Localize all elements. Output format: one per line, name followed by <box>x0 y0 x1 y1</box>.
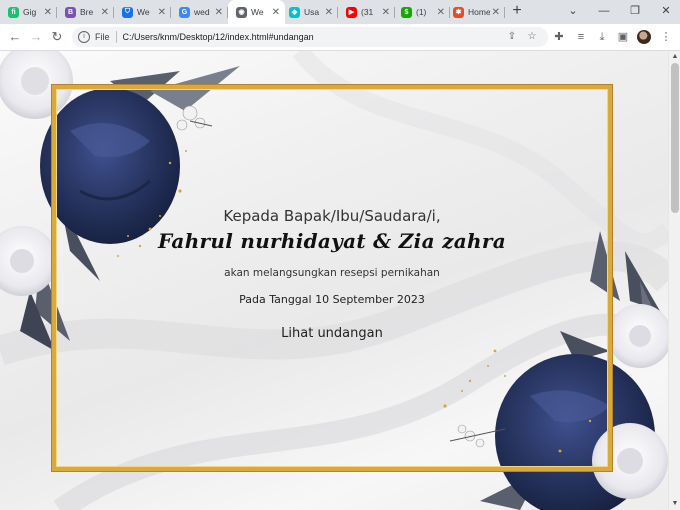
tab-title: Home <box>468 7 490 17</box>
address-bar[interactable]: i File C:/Users/knm/Desktop/12/index.htm… <box>72 27 548 47</box>
announcement-text: akan melangsungkan resepsi pernikahan <box>224 267 440 279</box>
tab-0[interactable]: fi Gig ✕ <box>0 0 57 24</box>
tab-title: (1) <box>416 7 427 17</box>
divider <box>115 31 117 43</box>
reload-button[interactable]: ↻ <box>47 27 67 47</box>
download-icon[interactable]: ⤓ <box>593 28 611 46</box>
tab-1[interactable]: B Bre ✕ <box>57 0 114 24</box>
scroll-thumb[interactable] <box>671 63 679 213</box>
tab-8[interactable]: ✱ Home ✕ <box>445 0 505 24</box>
extensions-icon[interactable]: ✚ <box>550 28 568 46</box>
google-icon: G <box>179 6 190 18</box>
back-button[interactable]: ← <box>5 27 25 47</box>
scheme-label: File <box>95 32 110 42</box>
sandbox-icon: ✱ <box>453 6 464 18</box>
tab-5[interactable]: ◆ Usa ✕ <box>281 0 338 24</box>
tab-close-icon[interactable]: ✕ <box>101 7 109 18</box>
upwork-icon: $ <box>401 6 412 18</box>
shield-icon: ⛉ <box>122 6 133 18</box>
tab-title: (31 <box>361 7 374 17</box>
tab-close-icon[interactable]: ✕ <box>44 7 52 18</box>
canva-icon: ◆ <box>289 6 300 18</box>
date-text: Pada Tanggal 10 September 2023 <box>239 293 425 306</box>
tab-close-icon[interactable]: ✕ <box>215 7 223 18</box>
tab-6[interactable]: ▶ (31 ✕ <box>338 0 395 24</box>
invitation-page: Kepada Bapak/Ibu/Saudara/i, Fahrul nurhi… <box>0 51 668 510</box>
close-window-button[interactable]: ✕ <box>650 0 680 24</box>
url-text[interactable]: C:/Users/knm/Desktop/12/index.html#undan… <box>123 32 314 42</box>
tab-4[interactable]: ◉ We ✕ <box>228 0 285 24</box>
info-icon[interactable]: i <box>78 31 90 43</box>
tab-close-icon[interactable]: ✕ <box>272 7 280 18</box>
fiverr-icon: fi <box>8 6 19 18</box>
greeting-text: Kepada Bapak/Ibu/Saudara/i, <box>223 207 441 225</box>
tab-close-icon[interactable]: ✕ <box>437 7 445 18</box>
reading-list-icon[interactable]: ≡ <box>572 28 590 46</box>
profile-avatar[interactable] <box>637 30 651 44</box>
guest-names: Fahrul nurhidayat & Zia zahra <box>158 229 506 253</box>
restore-button[interactable]: ❐ <box>619 0 651 24</box>
tab-title: Gig <box>23 7 37 17</box>
tab-title: Bre <box>80 7 94 17</box>
bookmark-star-icon[interactable]: ☆ <box>524 29 540 45</box>
minimize-button[interactable]: — <box>588 0 620 24</box>
browser-toolbar: ← → ↻ i File C:/Users/knm/Desktop/12/ind… <box>0 24 680 51</box>
forward-button[interactable]: → <box>26 27 46 47</box>
tab-search-icon[interactable]: ⌄ <box>557 0 589 24</box>
tab-close-icon[interactable]: ✕ <box>325 7 333 18</box>
tab-2[interactable]: ⛉ We ✕ <box>114 0 171 24</box>
tab-close-icon[interactable]: ✕ <box>158 7 166 18</box>
tab-title: wed <box>194 7 210 17</box>
globe-icon: ◉ <box>236 6 247 18</box>
tab-close-icon[interactable]: ✕ <box>492 7 500 18</box>
tab-3[interactable]: Gwed ✕ <box>171 0 228 24</box>
scroll-up-icon[interactable]: ▲ <box>669 51 680 63</box>
side-panel-icon[interactable]: ▣ <box>614 28 632 46</box>
menu-icon[interactable]: ⋮ <box>657 28 675 46</box>
new-tab-button[interactable]: + <box>508 3 526 21</box>
tab-strip: fi Gig ✕ B Bre ✕ ⛉ We ✕ Gwed ✕ ◉ We ✕ ◆ Usa ✕ ▶ (31 ✕ $ (1) ✕ ✱… <box>0 0 680 24</box>
share-icon[interactable]: ⇪ <box>504 29 520 45</box>
bootstrap-icon: B <box>65 6 76 18</box>
tab-7[interactable]: $ (1) ✕ <box>393 0 450 24</box>
youtube-icon: ▶ <box>346 6 357 18</box>
open-invitation-button[interactable]: Lihat undangan <box>277 323 387 345</box>
scroll-down-icon[interactable]: ▼ <box>669 498 680 510</box>
tab-title: We <box>137 7 150 17</box>
tab-close-icon[interactable]: ✕ <box>382 7 390 18</box>
page-scrollbar[interactable]: ▲ ▼ <box>668 51 680 510</box>
tab-title: We <box>251 7 264 17</box>
tab-title: Usa <box>304 7 320 17</box>
